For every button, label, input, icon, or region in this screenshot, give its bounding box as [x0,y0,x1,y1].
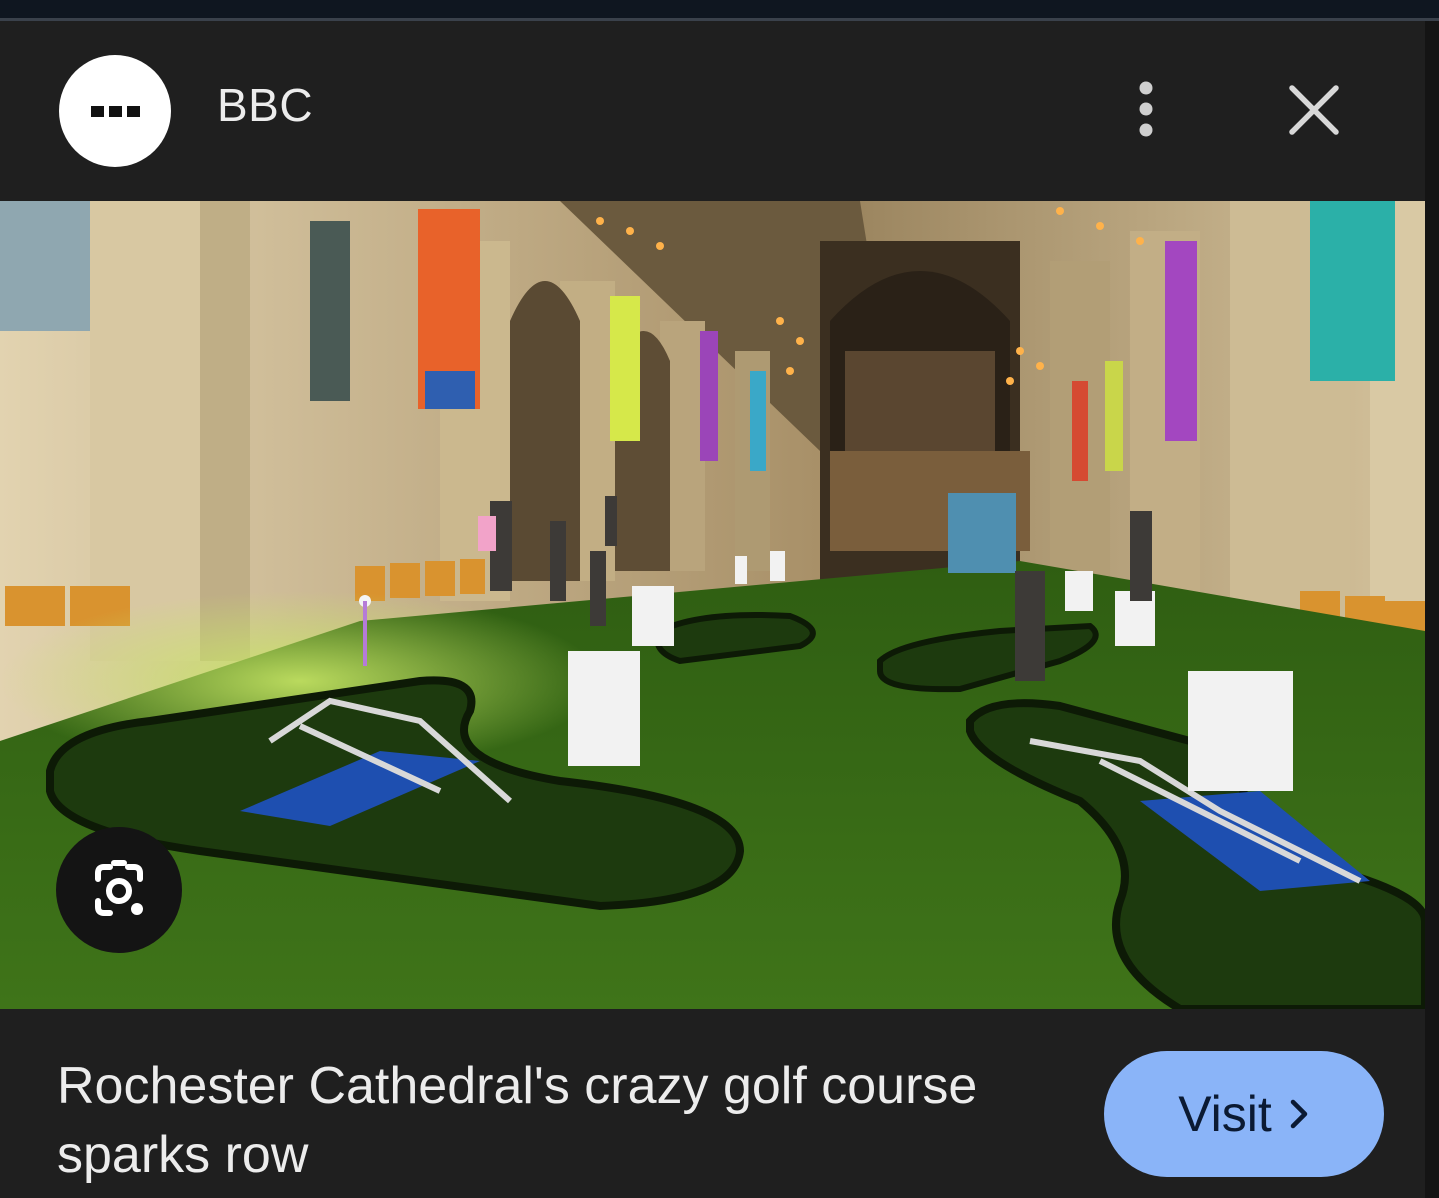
ellipsis-logo-icon [90,105,104,117]
cathedral-golf-photo [0,201,1425,1009]
chevron-right-icon [1290,1099,1308,1129]
article-image[interactable] [0,201,1425,1009]
source-avatar[interactable] [59,55,171,167]
article-headline[interactable]: Rochester Cathedral's crazy golf course … [57,1052,1017,1190]
close-button[interactable] [1276,72,1352,148]
source-name: BBC [217,79,314,131]
more-options-button[interactable] [1118,72,1174,146]
visit-label: Visit [1178,1086,1272,1142]
vertical-dots-icon [1139,81,1153,137]
top-status-strip [0,0,1439,20]
visit-button[interactable]: Visit [1104,1051,1384,1177]
google-lens-icon [95,860,143,916]
right-edge [1425,21,1439,1198]
google-lens-button[interactable] [56,827,182,953]
close-icon [1289,85,1339,135]
